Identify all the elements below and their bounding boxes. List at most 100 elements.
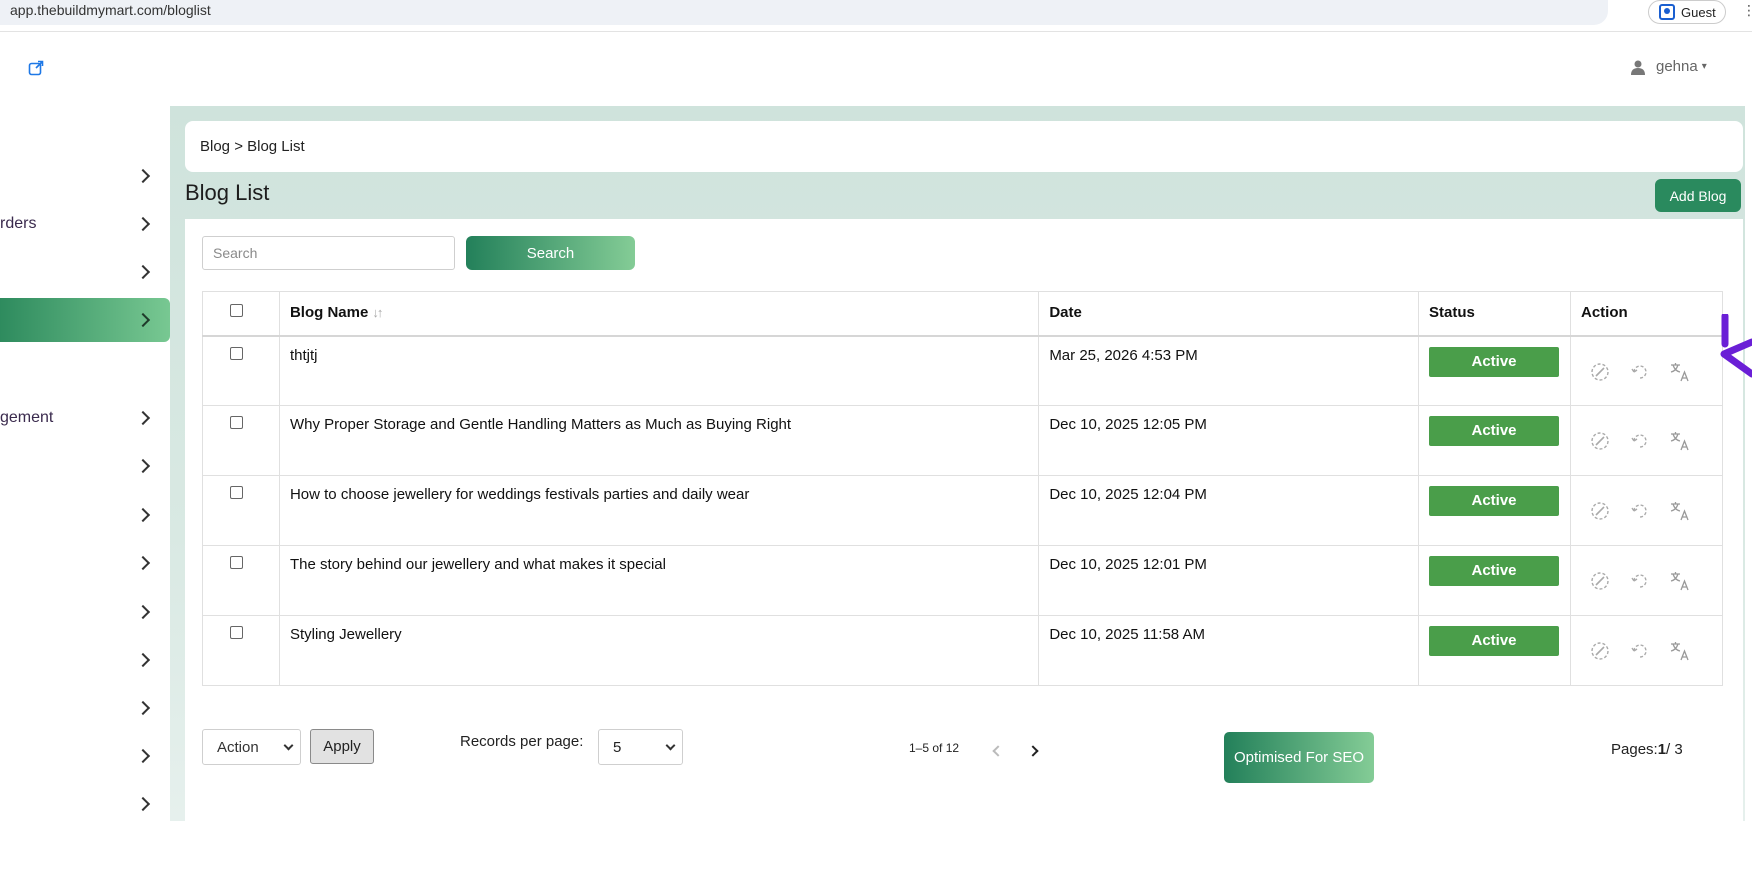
- sidebar-item-label: rders: [0, 215, 37, 232]
- status-cell: Active: [1418, 335, 1571, 406]
- status-cell: Active: [1418, 545, 1571, 616]
- row-checkbox[interactable]: [230, 346, 243, 360]
- sidebar-item-11[interactable]: [0, 686, 170, 730]
- profile-label: Guest: [1681, 4, 1716, 20]
- chevron-right-icon: [135, 216, 151, 232]
- row-checkbox[interactable]: [230, 556, 243, 569]
- status-cell: Active: [1418, 405, 1571, 476]
- chevron-right-icon: [135, 264, 151, 280]
- translate-icon[interactable]: [1669, 430, 1691, 452]
- records-per-page-select[interactable]: 5: [598, 729, 683, 765]
- status-badge[interactable]: Active: [1429, 346, 1559, 377]
- url-text[interactable]: app.thebuildmymart.com/bloglist: [10, 2, 211, 18]
- date-cell: Dec 10, 2025 11:58 AM: [1038, 615, 1419, 686]
- column-header-action: Action: [1569, 291, 1724, 337]
- profile-button[interactable]: Guest: [1648, 0, 1726, 24]
- search-button[interactable]: Search: [466, 236, 635, 270]
- chevron-right-icon: [135, 507, 151, 523]
- external-link-icon[interactable]: [28, 60, 44, 76]
- apply-button[interactable]: Apply: [310, 729, 374, 764]
- row-checkbox[interactable]: [230, 416, 243, 429]
- app-header: gehna ▾: [0, 32, 1752, 106]
- edit-icon[interactable]: [1589, 500, 1611, 522]
- refresh-icon[interactable]: [1629, 430, 1651, 452]
- row-checkbox[interactable]: [230, 486, 243, 499]
- sidebar-item-7[interactable]: [0, 493, 170, 537]
- refresh-icon[interactable]: [1629, 570, 1651, 592]
- column-header-label: Blog Name: [289, 304, 369, 321]
- edit-icon[interactable]: [1589, 361, 1611, 383]
- refresh-icon[interactable]: [1629, 640, 1651, 662]
- edit-icon[interactable]: [1589, 570, 1611, 592]
- blog-name-cell: The story behind our jewellery and what …: [278, 545, 1040, 616]
- sidebar-item-9[interactable]: [0, 590, 170, 634]
- sidebar-item-active[interactable]: [0, 298, 170, 342]
- translate-icon[interactable]: [1669, 361, 1691, 383]
- row-checkbox[interactable]: [230, 626, 243, 639]
- translate-icon[interactable]: [1669, 570, 1691, 592]
- sidebar-item-orders[interactable]: rders: [0, 202, 170, 246]
- chevron-right-icon: [135, 312, 151, 328]
- edit-icon[interactable]: [1589, 430, 1611, 452]
- status-badge[interactable]: Active: [1429, 626, 1559, 656]
- column-header-blog-name[interactable]: Blog Name ↓↑: [278, 291, 1040, 337]
- action-cell: [1569, 475, 1724, 546]
- chevron-down-icon: [283, 740, 294, 751]
- status-cell: Active: [1418, 615, 1571, 686]
- profile-icon: [1659, 4, 1675, 20]
- status-badge[interactable]: Active: [1429, 416, 1559, 446]
- chevron-right-icon: [135, 168, 151, 184]
- previous-page-icon[interactable]: [992, 745, 1004, 757]
- refresh-icon[interactable]: [1629, 500, 1651, 522]
- bulk-action-select[interactable]: Action: [202, 729, 301, 765]
- chevron-right-icon: [135, 796, 151, 812]
- bulk-action-value: Action: [217, 738, 259, 756]
- chevron-down-icon: ▾: [1701, 61, 1707, 72]
- sidebar-item-13[interactable]: [0, 782, 170, 826]
- chevron-right-icon: [135, 604, 151, 620]
- table-row: How to choose jewellery for weddings fes…: [202, 475, 1724, 546]
- page-indicator: Pages:1/ 3: [1611, 741, 1683, 758]
- translate-icon[interactable]: [1669, 640, 1691, 662]
- sidebar-item-3[interactable]: [0, 250, 170, 294]
- action-cell: [1569, 405, 1724, 476]
- table-row: The story behind our jewellery and what …: [202, 545, 1724, 616]
- blog-name-cell: Why Proper Storage and Gentle Handling M…: [278, 405, 1040, 476]
- address-bar[interactable]: app.thebuildmymart.com/bloglist: [0, 0, 1608, 25]
- user-icon: [1631, 60, 1645, 75]
- sidebar-item-10[interactable]: [0, 638, 170, 682]
- add-blog-button[interactable]: Add Blog: [1655, 179, 1741, 212]
- date-cell: Dec 10, 2025 12:01 PM: [1038, 545, 1419, 616]
- table-row: Styling Jewellery Dec 10, 2025 11:58 AM …: [202, 615, 1724, 686]
- chevron-right-icon: [135, 700, 151, 716]
- chevron-right-icon: [135, 458, 151, 474]
- chevron-right-icon: [135, 555, 151, 571]
- sidebar-item-management[interactable]: gement: [0, 396, 170, 440]
- select-all-checkbox[interactable]: [230, 304, 243, 317]
- optimised-for-seo-button[interactable]: Optimised For SEO: [1224, 732, 1374, 783]
- row-select-cell: [202, 405, 280, 476]
- current-page: 1: [1657, 741, 1667, 758]
- sidebar-item-1[interactable]: [0, 154, 170, 198]
- status-badge[interactable]: Active: [1429, 556, 1559, 586]
- sidebar-item-12[interactable]: [0, 734, 170, 778]
- table-footer: Action Apply Records per page: 5 1–5 of …: [202, 719, 1723, 783]
- sidebar-item-6[interactable]: [0, 444, 170, 488]
- sort-icon[interactable]: ↓↑: [372, 305, 383, 320]
- sidebar-item-8[interactable]: [0, 541, 170, 585]
- edit-icon[interactable]: [1589, 640, 1611, 662]
- translate-icon[interactable]: [1669, 500, 1691, 522]
- browser-menu-icon[interactable]: ⋮: [1742, 2, 1752, 19]
- next-page-icon[interactable]: [1027, 745, 1039, 757]
- status-cell: Active: [1418, 475, 1571, 546]
- action-cell: [1569, 615, 1724, 686]
- status-badge[interactable]: Active: [1429, 486, 1559, 516]
- page-title: Blog List: [185, 180, 270, 205]
- select-all-cell: [202, 291, 280, 337]
- user-menu[interactable]: gehna ▾: [1630, 58, 1707, 75]
- chevron-right-icon: [135, 748, 151, 764]
- search-input[interactable]: [202, 236, 455, 270]
- browser-bar: app.thebuildmymart.com/bloglist Guest ⋮: [0, 0, 1752, 32]
- action-cell: [1569, 545, 1724, 616]
- refresh-icon[interactable]: [1629, 361, 1651, 383]
